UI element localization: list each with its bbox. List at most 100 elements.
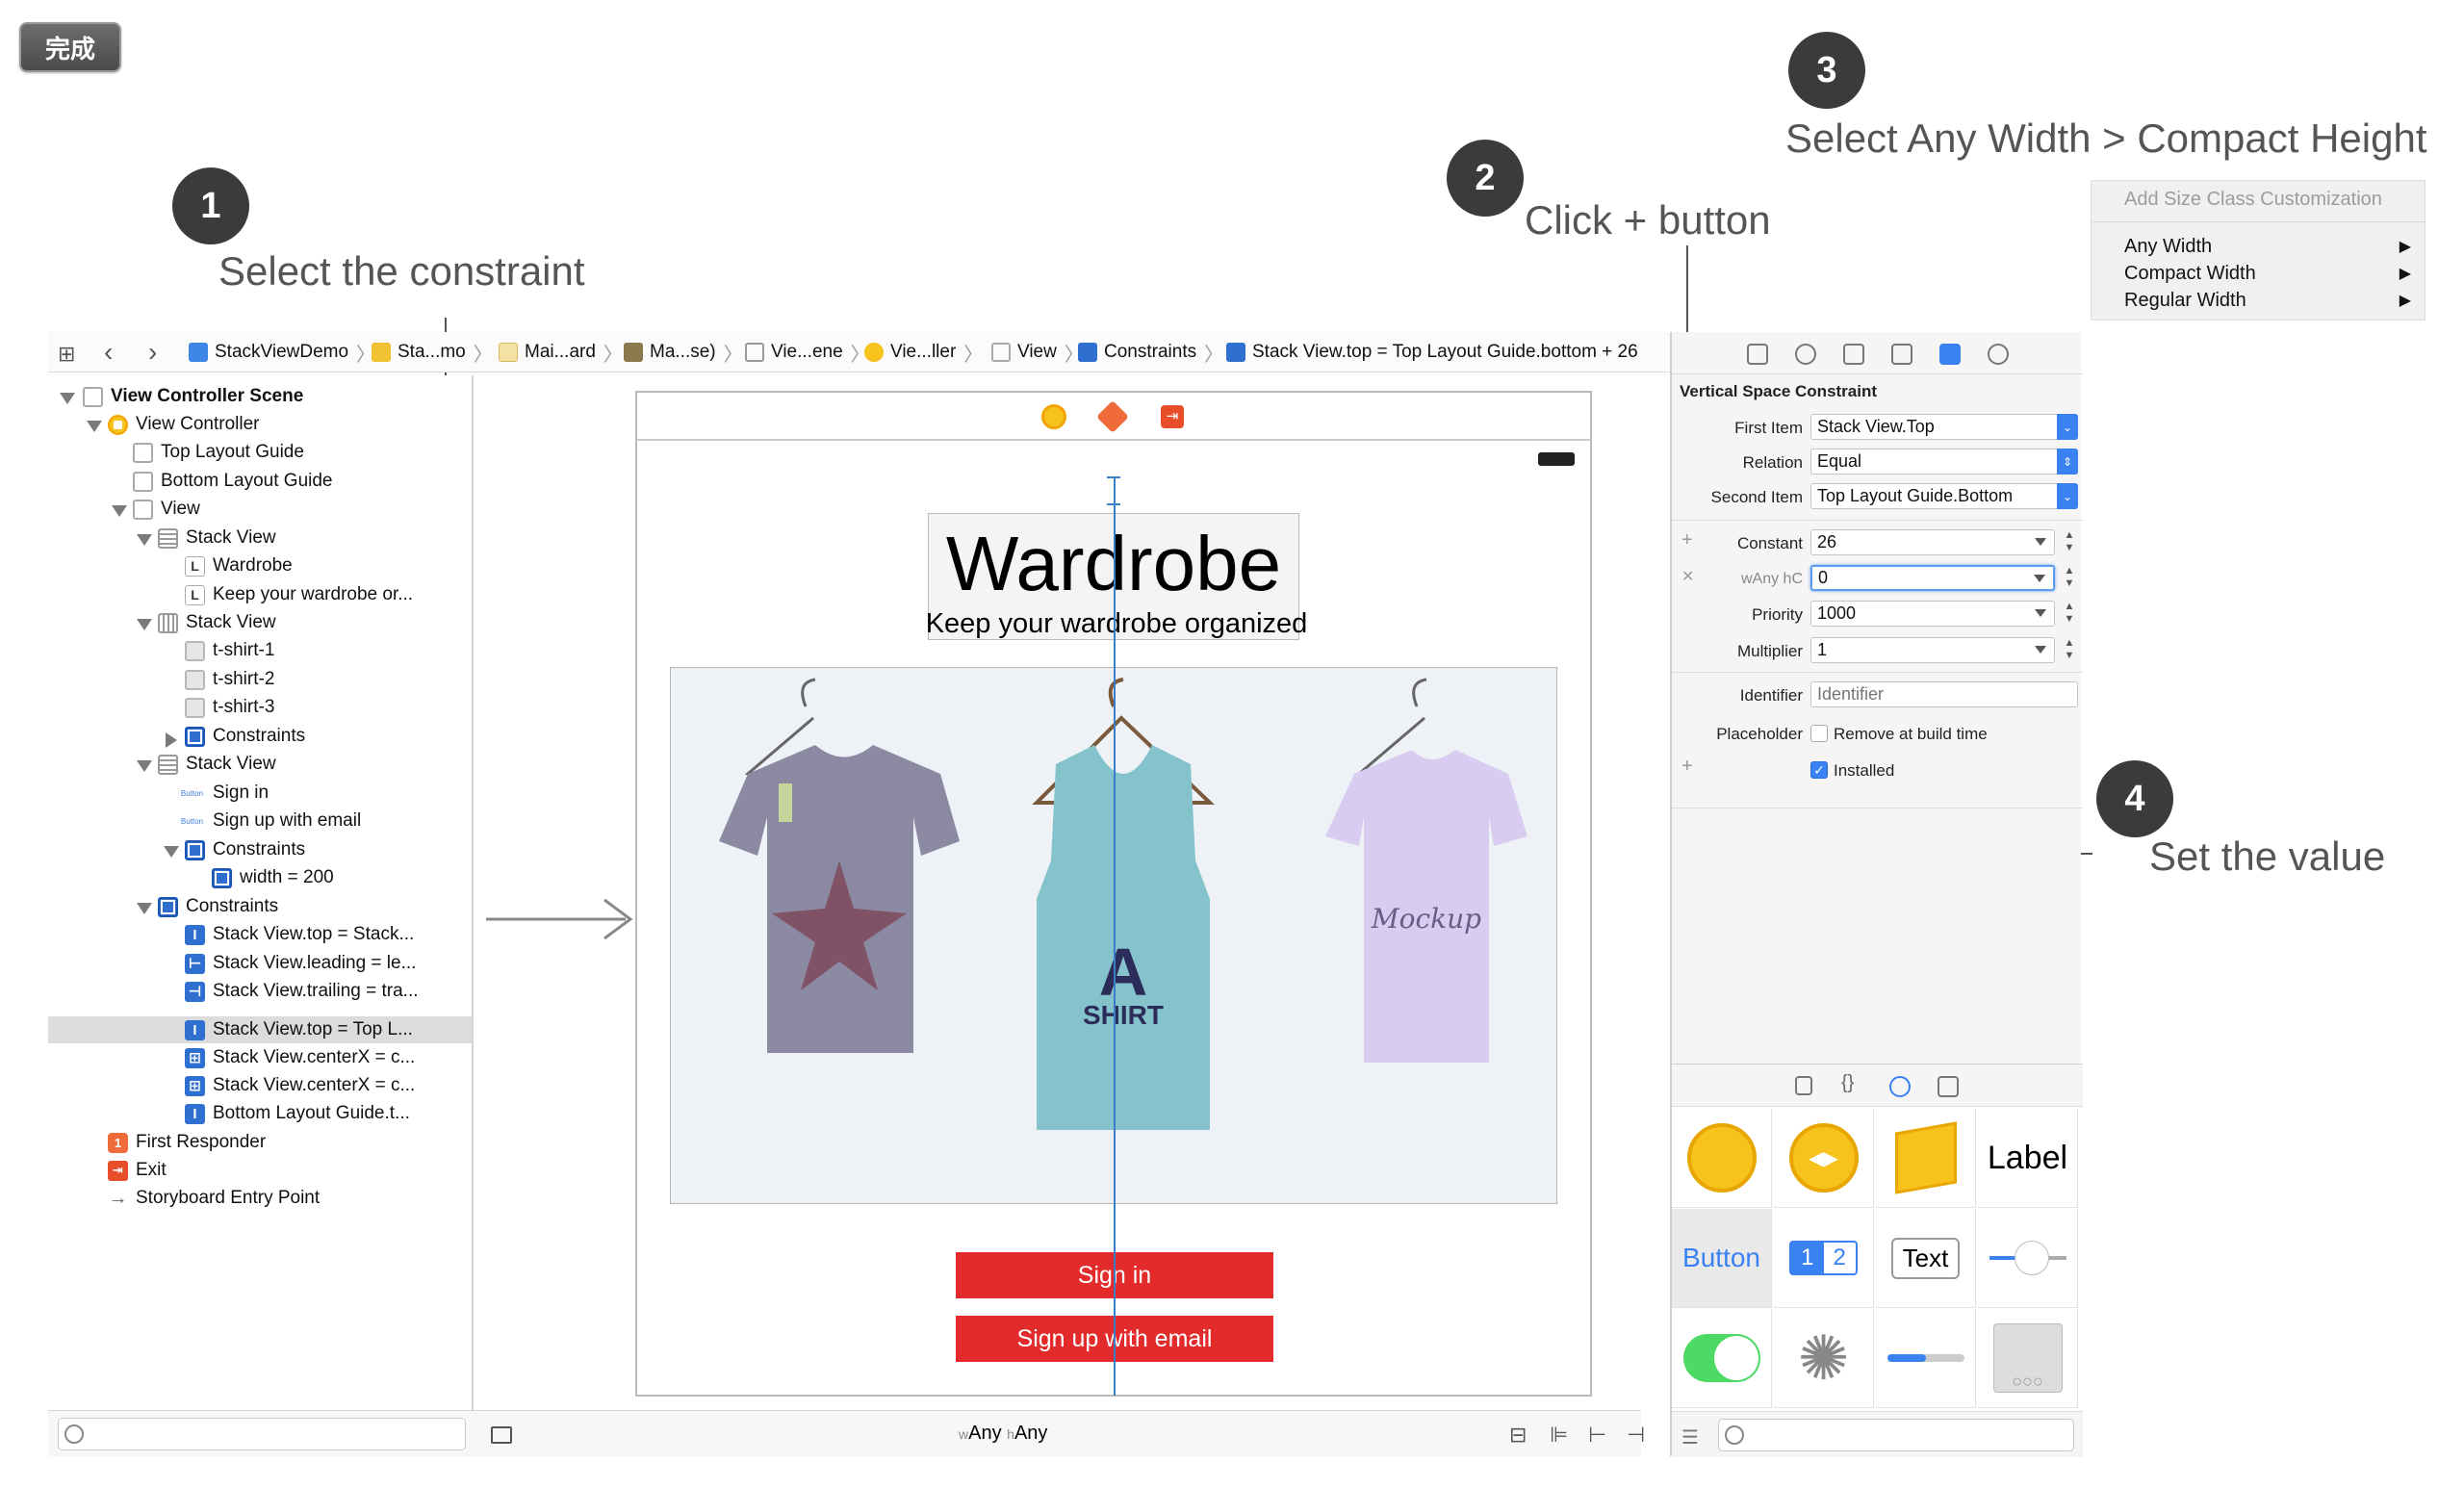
library-activity-indicator[interactable]: ✺ [1774,1309,1874,1408]
library-page-control[interactable]: ○○○ [1978,1309,2078,1408]
remove-at-build-checkbox[interactable] [1810,725,1828,742]
outline-top-layout-guide[interactable]: Top Layout Guide [133,439,304,466]
crumb-folder[interactable]: Sta...mo 〉 [372,332,493,372]
done-button[interactable]: 完成 [19,22,121,72]
installed-checkbox[interactable]: ✓ [1810,761,1828,779]
library-switch[interactable] [1672,1309,1772,1408]
outline-entry-point[interactable]: → Storyboard Entry Point [108,1185,321,1212]
outline-scene[interactable]: View Controller Scene [83,383,303,410]
quick-help-icon[interactable] [1795,344,1816,365]
outline-constraint-selected[interactable]: I Stack View.top = Top L... [185,1016,413,1043]
disclosure-icon[interactable] [112,505,127,517]
crumb-constraints[interactable]: Constraints 〉 [1078,332,1223,372]
library-object[interactable] [1876,1109,1976,1208]
resolve-icon[interactable]: ⊣ [1627,1423,1645,1448]
library-av-player[interactable]: ◀▶ [1774,1109,1874,1208]
outline-view-controller[interactable]: View Controller [108,411,259,438]
pin-icon[interactable]: ⊢ [1588,1423,1606,1448]
library-view-controller[interactable] [1672,1109,1772,1208]
file-template-icon[interactable] [1795,1076,1812,1095]
disclosure-icon[interactable] [137,534,152,546]
outline-constraint[interactable]: ⊢ Stack View.leading = le... [185,950,416,977]
multiplier-field[interactable]: 1 [1810,637,2055,663]
disclosure-icon[interactable] [87,421,102,432]
constant-field[interactable]: 26 [1810,529,2055,555]
priority-stepper[interactable]: ▲ ▼ [2063,601,2076,627]
outline-constraint[interactable]: I Bottom Layout Guide.t... [185,1100,410,1127]
size-inspector-icon[interactable] [1939,344,1961,365]
outline-button-sign-up[interactable]: Button Sign up with email [179,808,361,834]
outline-constraints[interactable]: Constraints [185,836,305,863]
forward-arrow-icon[interactable]: › [148,338,157,367]
constant-stepper[interactable]: ▲ ▼ [2063,529,2076,555]
media-library-icon[interactable] [1938,1076,1959,1097]
object-library-icon[interactable] [1889,1076,1911,1097]
outline-exit[interactable]: ⇥ Exit [108,1157,167,1184]
outline-image-2[interactable]: t-shirt-2 [185,666,274,693]
library-label[interactable]: Label [1978,1109,2078,1208]
first-responder-icon[interactable] [1096,400,1129,433]
toggle-outline-icon[interactable] [491,1426,512,1444]
disclosure-icon[interactable] [137,903,152,914]
outline-constraints[interactable]: Constraints [185,723,305,750]
file-inspector-icon[interactable] [1747,344,1768,365]
multiplier-stepper[interactable]: ▲ ▼ [2063,637,2076,663]
stack-icon[interactable]: ⊟ [1509,1423,1527,1448]
crumb-view-controller[interactable]: Vie...ller 〉 [864,332,983,372]
library-text-field[interactable]: Text [1876,1209,1976,1308]
size-class-constant-field[interactable]: 0 [1810,565,2055,591]
outline-first-responder[interactable]: 1 First Responder [108,1129,266,1156]
menu-item-any-width[interactable]: Any Width [2124,236,2212,258]
add-installed-variation-button[interactable]: + [1681,756,1693,778]
outline-stack-view[interactable]: Stack View [158,751,276,778]
second-item-popup[interactable]: Top Layout Guide.Bottom ⌄ [1810,483,2078,509]
outline-constraint[interactable]: ⊣ Stack View.trailing = tra... [185,978,419,1005]
disclosure-icon[interactable] [137,760,152,772]
crumb-constraint[interactable]: Stack View.top = Top Layout Guide.bottom… [1226,332,1638,372]
outline-constraint[interactable]: ⊞ Stack View.centerX = c... [185,1072,415,1099]
outline-constraint[interactable]: ⊞ Stack View.centerX = c... [185,1044,415,1071]
identifier-field[interactable] [1810,681,2078,707]
subtitle-label[interactable]: Keep your wardrobe organized [905,608,1328,640]
disclosure-icon[interactable] [60,393,75,404]
menu-item-regular-width[interactable]: Regular Width [2124,290,2246,312]
code-snippet-icon[interactable]: {} [1841,1072,1854,1094]
library-filter-field[interactable] [1718,1419,2074,1451]
library-button[interactable]: Button [1672,1209,1772,1308]
back-arrow-icon[interactable]: ‹ [104,338,113,367]
connections-inspector-icon[interactable] [1988,344,2009,365]
outline-constraints[interactable]: Constraints [158,893,278,920]
crumb-storyboard[interactable]: Mai...ard 〉 [499,332,623,372]
size-class-stepper[interactable]: ▲ ▼ [2063,565,2076,591]
selected-constraint-indicator[interactable] [1107,476,1120,505]
first-item-popup[interactable]: Stack View.Top ⌄ [1810,414,2078,440]
outline-label-wardrobe[interactable]: L Wardrobe [185,552,293,579]
menu-item-compact-width[interactable]: Compact Width [2124,263,2256,285]
outline-bottom-layout-guide[interactable]: Bottom Layout Guide [133,468,333,495]
exit-icon[interactable]: ⇥ [1161,405,1184,428]
outline-image-1[interactable]: t-shirt-1 [185,637,274,664]
outline-view[interactable]: View [133,496,200,523]
crumb-base-localization[interactable]: Ma...se) 〉 [624,332,743,372]
outline-stack-view[interactable]: Stack View [158,609,276,636]
outline-label-keep[interactable]: L Keep your wardrobe or... [185,581,413,608]
identity-inspector-icon[interactable] [1843,344,1864,365]
outline-stack-view[interactable]: Stack View [158,525,276,552]
library-slider[interactable] [1978,1209,2078,1308]
attributes-inspector-icon[interactable] [1891,344,1912,365]
crumb-project[interactable]: StackViewDemo 〉 [189,332,375,372]
crumb-view[interactable]: View 〉 [991,332,1084,372]
view-controller-icon[interactable] [1041,404,1066,429]
align-icon[interactable]: ⊫ [1550,1423,1568,1448]
library-progress-view[interactable] [1876,1309,1976,1408]
disclosure-icon[interactable] [164,846,179,858]
size-class-selector[interactable]: wAny hAny [959,1423,1047,1445]
related-items-icon[interactable]: ⊞ [58,340,75,369]
outline-image-3[interactable]: t-shirt-3 [185,694,274,721]
relation-popup[interactable]: Equal ⇕ [1810,449,2078,475]
outline-constraint[interactable]: I Stack View.top = Stack... [185,921,414,948]
disclosure-icon[interactable] [137,619,152,630]
library-segmented-control[interactable]: 1 2 [1774,1209,1874,1308]
disclosure-collapsed-icon[interactable] [166,732,177,748]
list-view-icon[interactable]: ☰ [1681,1425,1699,1450]
